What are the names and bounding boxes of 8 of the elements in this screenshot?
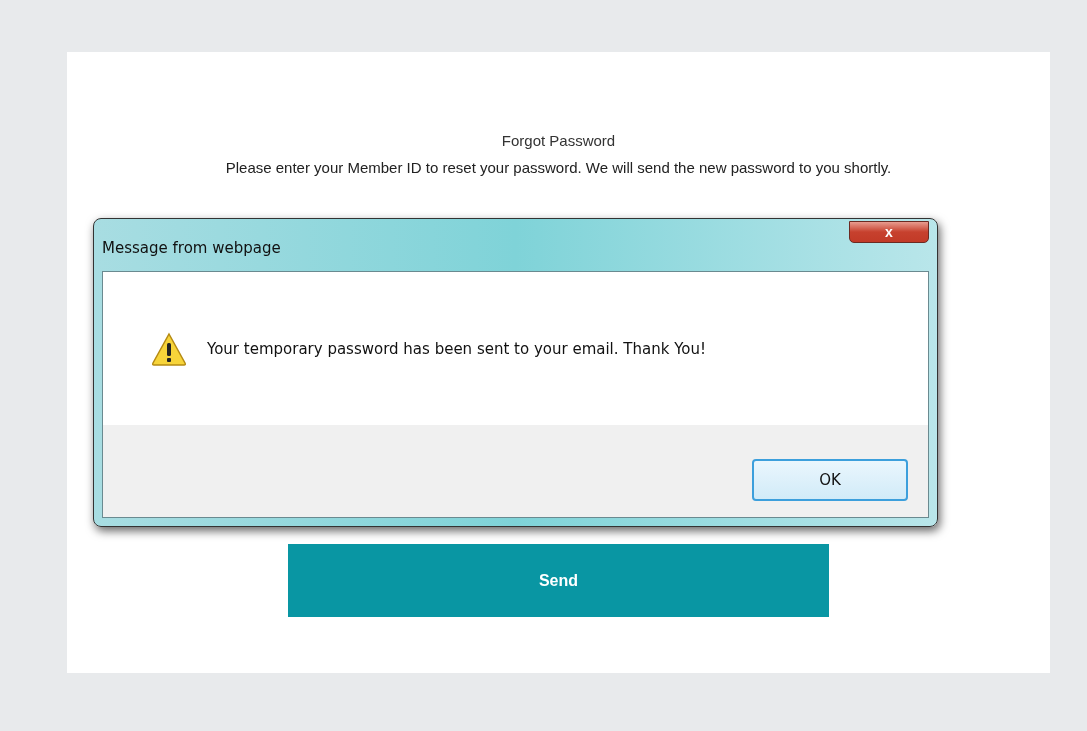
page-title: Forgot Password — [501, 132, 616, 149]
dialog-message: Your temporary password has been sent to your email. Thank You! — [207, 339, 706, 358]
warning-icon — [151, 331, 187, 366]
ok-button[interactable]: OK — [752, 459, 908, 501]
dialog-title: Message from webpage — [102, 239, 281, 257]
close-button[interactable]: x — [849, 221, 929, 243]
page-description: Please enter your Member ID to reset your password. We will send the new password to you shortly. — [224, 158, 893, 177]
send-button[interactable]: Send — [288, 544, 829, 617]
